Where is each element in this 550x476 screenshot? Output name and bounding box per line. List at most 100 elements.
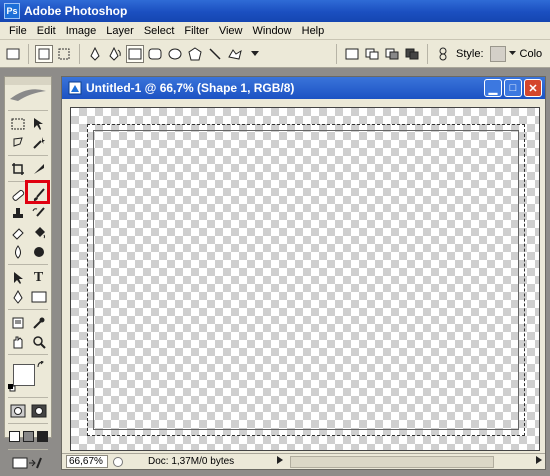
- paint-bucket-tool[interactable]: [29, 223, 48, 242]
- shape-layers-button[interactable]: [35, 44, 53, 63]
- chevron-down-icon: [509, 51, 517, 55]
- document-title-bar[interactable]: Untitled-1 @ 66,7% (Shape 1, RGB/8) ▁ □ …: [62, 77, 545, 99]
- standard-mode-icon: [10, 404, 25, 417]
- blur-tool[interactable]: [8, 242, 27, 261]
- chevron-down-icon: [251, 50, 259, 56]
- freeform-pen-icon: [109, 46, 121, 61]
- zoom-tool[interactable]: [29, 332, 48, 351]
- paths-icon: [58, 48, 70, 59]
- subtract-shape-icon: [365, 48, 379, 59]
- move-tool[interactable]: [29, 114, 48, 133]
- hand-tool[interactable]: [8, 332, 27, 351]
- rectangle-tool-highlight: [25, 180, 50, 204]
- status-info-icon[interactable]: [112, 456, 124, 468]
- foreground-color-swatch[interactable]: [13, 364, 35, 386]
- pen-icon: [90, 46, 100, 61]
- app-title: Adobe Photoshop: [24, 4, 128, 18]
- notes-tool[interactable]: [8, 313, 27, 332]
- divider: [8, 264, 48, 265]
- shape-options-dropdown[interactable]: [246, 45, 264, 63]
- droplet-icon: [14, 244, 21, 259]
- standard-mode-button[interactable]: [8, 401, 27, 420]
- menu-view[interactable]: View: [214, 25, 248, 37]
- document-canvas[interactable]: [70, 107, 540, 451]
- scroll-right-arrow[interactable]: [533, 456, 545, 467]
- horizontal-scrollbar[interactable]: [289, 455, 494, 468]
- default-colors-icon[interactable]: [8, 384, 16, 392]
- slice-tool[interactable]: [29, 159, 48, 178]
- menu-select[interactable]: Select: [139, 25, 180, 37]
- magic-wand-tool[interactable]: [29, 133, 48, 152]
- app-title-bar: Ps Adobe Photoshop: [0, 0, 550, 22]
- menu-image[interactable]: Image: [61, 25, 102, 37]
- maximize-button[interactable]: □: [504, 79, 522, 97]
- type-tool[interactable]: T: [29, 268, 48, 287]
- rectangle-icon: [128, 48, 142, 59]
- link-layer-style-button[interactable]: [434, 45, 452, 63]
- rectangle-tool-option[interactable]: [126, 44, 144, 63]
- eraser-tool[interactable]: [8, 223, 27, 242]
- divider: [336, 43, 337, 64]
- divider: [8, 397, 48, 398]
- shape-1[interactable]: [93, 130, 519, 430]
- imageready-row: [5, 453, 51, 472]
- lasso-tool[interactable]: [8, 133, 27, 152]
- rectangle-tool[interactable]: [29, 287, 48, 306]
- dodge-tool[interactable]: [29, 242, 48, 261]
- style-picker[interactable]: [489, 45, 506, 62]
- tool-row: [5, 114, 51, 133]
- path-selection-tool[interactable]: [8, 268, 27, 287]
- paths-button[interactable]: [55, 45, 73, 63]
- style-dropdown[interactable]: [508, 45, 518, 63]
- hand-icon: [13, 336, 22, 348]
- options-bar: Style: Colo: [0, 40, 550, 68]
- add-to-shape-area-button[interactable]: [343, 45, 361, 63]
- mask-mode-row: [5, 401, 51, 420]
- screen-mode-row: [5, 427, 51, 446]
- menu-filter[interactable]: Filter: [179, 25, 213, 37]
- exclude-overlapping-button[interactable]: [403, 45, 421, 63]
- tool-preset-picker[interactable]: [4, 45, 22, 63]
- tool-row: [5, 332, 51, 351]
- move-icon: [33, 117, 43, 130]
- pen-tool-option[interactable]: [86, 45, 104, 63]
- crop-icon: [11, 162, 24, 175]
- line-option[interactable]: [206, 45, 224, 63]
- toolbox: T: [4, 76, 52, 468]
- clone-stamp-tool[interactable]: [8, 204, 27, 223]
- history-brush-tool[interactable]: [29, 204, 48, 223]
- intersect-shape-icon: [385, 48, 399, 59]
- tool-row: [5, 313, 51, 332]
- marquee-tool[interactable]: [8, 114, 27, 133]
- close-button[interactable]: ✕: [524, 79, 542, 97]
- menu-window[interactable]: Window: [248, 25, 297, 37]
- add-shape-icon: [345, 48, 359, 59]
- menu-help[interactable]: Help: [297, 25, 330, 37]
- custom-shape-option[interactable]: [226, 45, 244, 63]
- menu-layer[interactable]: Layer: [101, 25, 139, 37]
- intersect-shape-areas-button[interactable]: [383, 45, 401, 63]
- jump-to-imageready-button[interactable]: [8, 453, 46, 472]
- full-screen-menu-mode[interactable]: [22, 427, 34, 446]
- toolbox-logo-row: [5, 85, 51, 107]
- standard-screen-mode[interactable]: [8, 427, 20, 446]
- subtract-shape-area-button[interactable]: [363, 45, 381, 63]
- rounded-rectangle-option[interactable]: [146, 45, 164, 63]
- pen-tool[interactable]: [8, 287, 27, 306]
- swap-colors-icon[interactable]: [37, 361, 45, 369]
- ellipse-option[interactable]: [166, 45, 184, 63]
- polygon-option[interactable]: [186, 45, 204, 63]
- imageready-icon: [12, 457, 42, 468]
- crop-tool[interactable]: [8, 159, 27, 178]
- quick-mask-button[interactable]: [29, 401, 48, 420]
- status-menu-arrow[interactable]: [274, 456, 286, 467]
- minimize-button[interactable]: ▁: [484, 79, 502, 97]
- divider: [8, 110, 48, 111]
- zoom-field[interactable]: 66,67%: [66, 455, 108, 468]
- menu-edit[interactable]: Edit: [32, 25, 61, 37]
- toolbox-grip[interactable]: [5, 77, 51, 85]
- eyedropper-tool[interactable]: [29, 313, 48, 332]
- menu-file[interactable]: File: [4, 25, 32, 37]
- full-screen-mode[interactable]: [36, 427, 48, 446]
- freeform-pen-option[interactable]: [106, 45, 124, 63]
